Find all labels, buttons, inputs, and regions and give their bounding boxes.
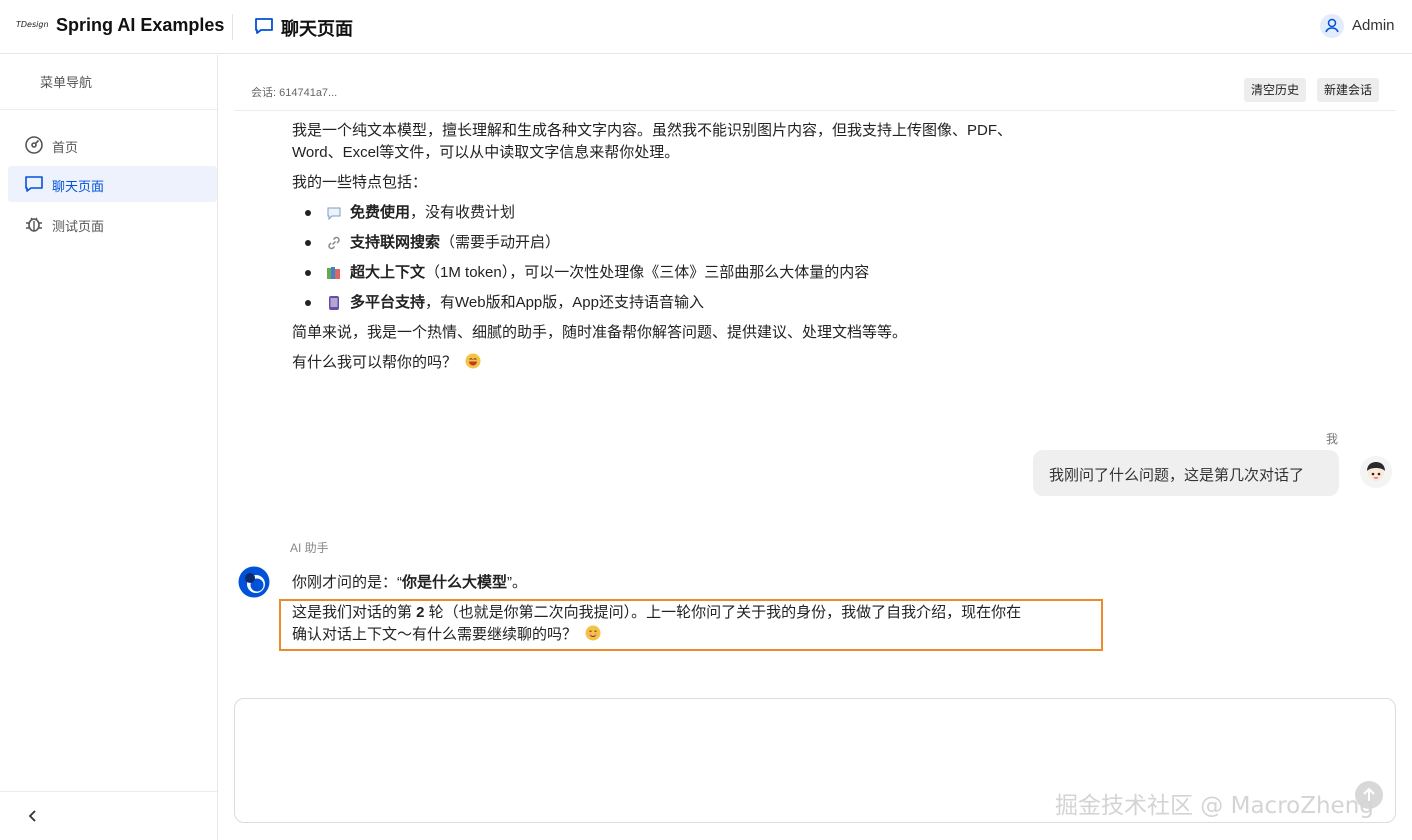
session-bar: 会话: 614741a7... 清空历史 新建会话 bbox=[234, 55, 1396, 111]
list-item: 多平台支持，有Web版和App版，App还支持语音输入 bbox=[350, 294, 704, 311]
message-text: 简单来说，我是一个热情、细腻的助手，随时准备帮你解答问题、提供建议、处理文档等等… bbox=[292, 324, 908, 341]
tdesign-logo: TDesign bbox=[16, 20, 49, 29]
clear-history-button[interactable]: 清空历史 bbox=[1244, 78, 1307, 102]
sidebar-item-chat[interactable]: 聊天页面 bbox=[8, 166, 217, 202]
phone-icon bbox=[329, 296, 339, 310]
user-avatar-icon[interactable] bbox=[1320, 14, 1344, 38]
sidebar-heading: 菜单导航 bbox=[40, 75, 93, 90]
bot-avatar-icon bbox=[238, 566, 270, 598]
sender-label: 我 bbox=[1326, 432, 1339, 446]
user-avatar-icon bbox=[1360, 456, 1392, 488]
link-icon bbox=[328, 236, 340, 250]
books-icon bbox=[327, 267, 340, 279]
user-message-bubble: 我刚问了什么问题，这是第几次对话了 bbox=[1033, 450, 1339, 496]
list-bullet bbox=[305, 210, 311, 216]
speech-bubble-icon bbox=[327, 207, 341, 221]
message-text: 我是一个纯文本模型，擅长理解和生成各种文字内容。虽然我不能识别图片内容，但我支持… bbox=[292, 122, 1013, 139]
sidebar-item-label: 首页 bbox=[52, 140, 79, 155]
grin-emoji-icon bbox=[465, 353, 481, 369]
chevron-left-icon[interactable] bbox=[24, 807, 42, 825]
highlight-annotation bbox=[279, 599, 1103, 651]
divider bbox=[0, 109, 217, 110]
message-text: 你刚才问的是：“你是什么大模型”。 bbox=[292, 574, 528, 591]
app-title: Spring AI Examples bbox=[56, 15, 225, 35]
app-header: TDesign Spring AI Examples 聊天页面 Admin bbox=[0, 0, 1412, 54]
divider bbox=[0, 791, 217, 792]
list-item: 超大上下文（1M token），可以一次性处理像《三体》三部曲那么大体量的内容 bbox=[350, 264, 870, 281]
message-text: 我刚问了什么问题，这是第几次对话了 bbox=[1049, 467, 1305, 484]
watermark: 掘金技术社区 @ MacroZheng bbox=[1055, 793, 1374, 819]
chat-icon bbox=[25, 176, 43, 192]
session-id: 会话: 614741a7... bbox=[251, 87, 338, 99]
bug-icon bbox=[26, 217, 42, 232]
list-bullet bbox=[305, 300, 311, 306]
message-text: 我的一些特点包括： bbox=[292, 174, 428, 191]
message-text: Word、Excel等文件，可以从中读取文字信息来帮你处理。 bbox=[292, 144, 680, 161]
sidebar-item-test[interactable]: 测试页面 bbox=[8, 206, 217, 242]
dashboard-icon bbox=[25, 136, 43, 154]
list-bullet bbox=[305, 270, 311, 276]
sender-label: AI 助手 bbox=[290, 541, 329, 555]
sidebar-item-home[interactable]: 首页 bbox=[8, 127, 217, 163]
chat-icon bbox=[255, 18, 273, 34]
message-text: 有什么我可以帮你的吗？ bbox=[292, 352, 481, 374]
new-session-button[interactable]: 新建会话 bbox=[1317, 78, 1380, 102]
page-title: 聊天页面 bbox=[281, 19, 353, 39]
list-bullet bbox=[305, 240, 311, 246]
list-item: 支持联网搜索（需要手动开启） bbox=[350, 234, 561, 251]
sidebar-item-label: 测试页面 bbox=[52, 219, 105, 234]
header-divider bbox=[232, 14, 233, 40]
sidebar-item-label: 聊天页面 bbox=[52, 179, 105, 194]
user-name[interactable]: Admin bbox=[1352, 17, 1395, 34]
list-item: 免费使用，没有收费计划 bbox=[350, 204, 516, 221]
sidebar: 菜单导航 首页 聊天页面 测试页面 bbox=[0, 55, 218, 840]
